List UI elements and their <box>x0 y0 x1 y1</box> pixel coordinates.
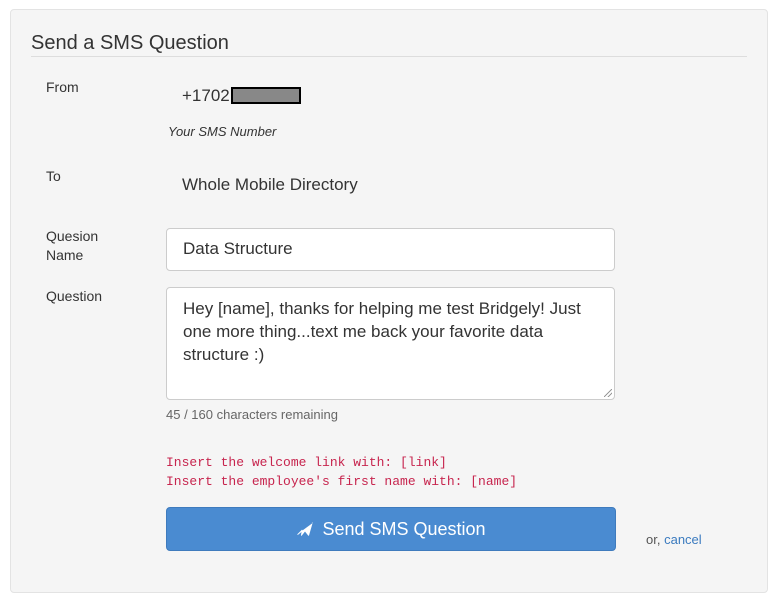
cancel-area: or, cancel <box>646 532 702 547</box>
question-name-label-line2: Name <box>46 247 84 263</box>
redacted-number-block <box>230 87 301 104</box>
sms-question-panel: Send a SMS Question From +1702 Your SMS … <box>10 9 768 593</box>
hint-name-placeholder: Insert the employee's first name with: [… <box>166 474 518 489</box>
question-label: Question <box>46 288 103 304</box>
send-button-label: Send SMS Question <box>322 518 486 539</box>
paper-plane-icon <box>297 522 314 536</box>
question-textarea[interactable]: Hey [name], thanks for helping me test B… <box>166 287 615 400</box>
textarea-resize-handle[interactable] <box>604 389 612 397</box>
form-legend: Send a SMS Question <box>31 32 229 54</box>
hint-link-placeholder: Insert the welcome link with: [link] <box>166 455 447 470</box>
from-label: From <box>46 79 79 95</box>
send-sms-question-button[interactable]: Send SMS Question <box>166 507 616 551</box>
cancel-link[interactable]: cancel <box>664 532 702 547</box>
question-name-label-line1: Quesion <box>46 228 99 244</box>
question-text: Hey [name], thanks for helping me test B… <box>183 299 581 364</box>
to-label: To <box>46 168 61 184</box>
or-text: or, <box>646 532 661 547</box>
from-help-text: Your SMS Number <box>168 124 277 139</box>
legend-divider <box>31 56 747 57</box>
to-value: Whole Mobile Directory <box>182 175 358 194</box>
from-number: +1702 <box>182 86 301 106</box>
character-counter: 45 / 160 characters remaining <box>166 407 338 422</box>
from-number-prefix: +1702 <box>182 86 230 105</box>
question-name-label: Quesion Name <box>46 227 98 265</box>
question-name-input[interactable]: Data Structure <box>166 228 615 271</box>
